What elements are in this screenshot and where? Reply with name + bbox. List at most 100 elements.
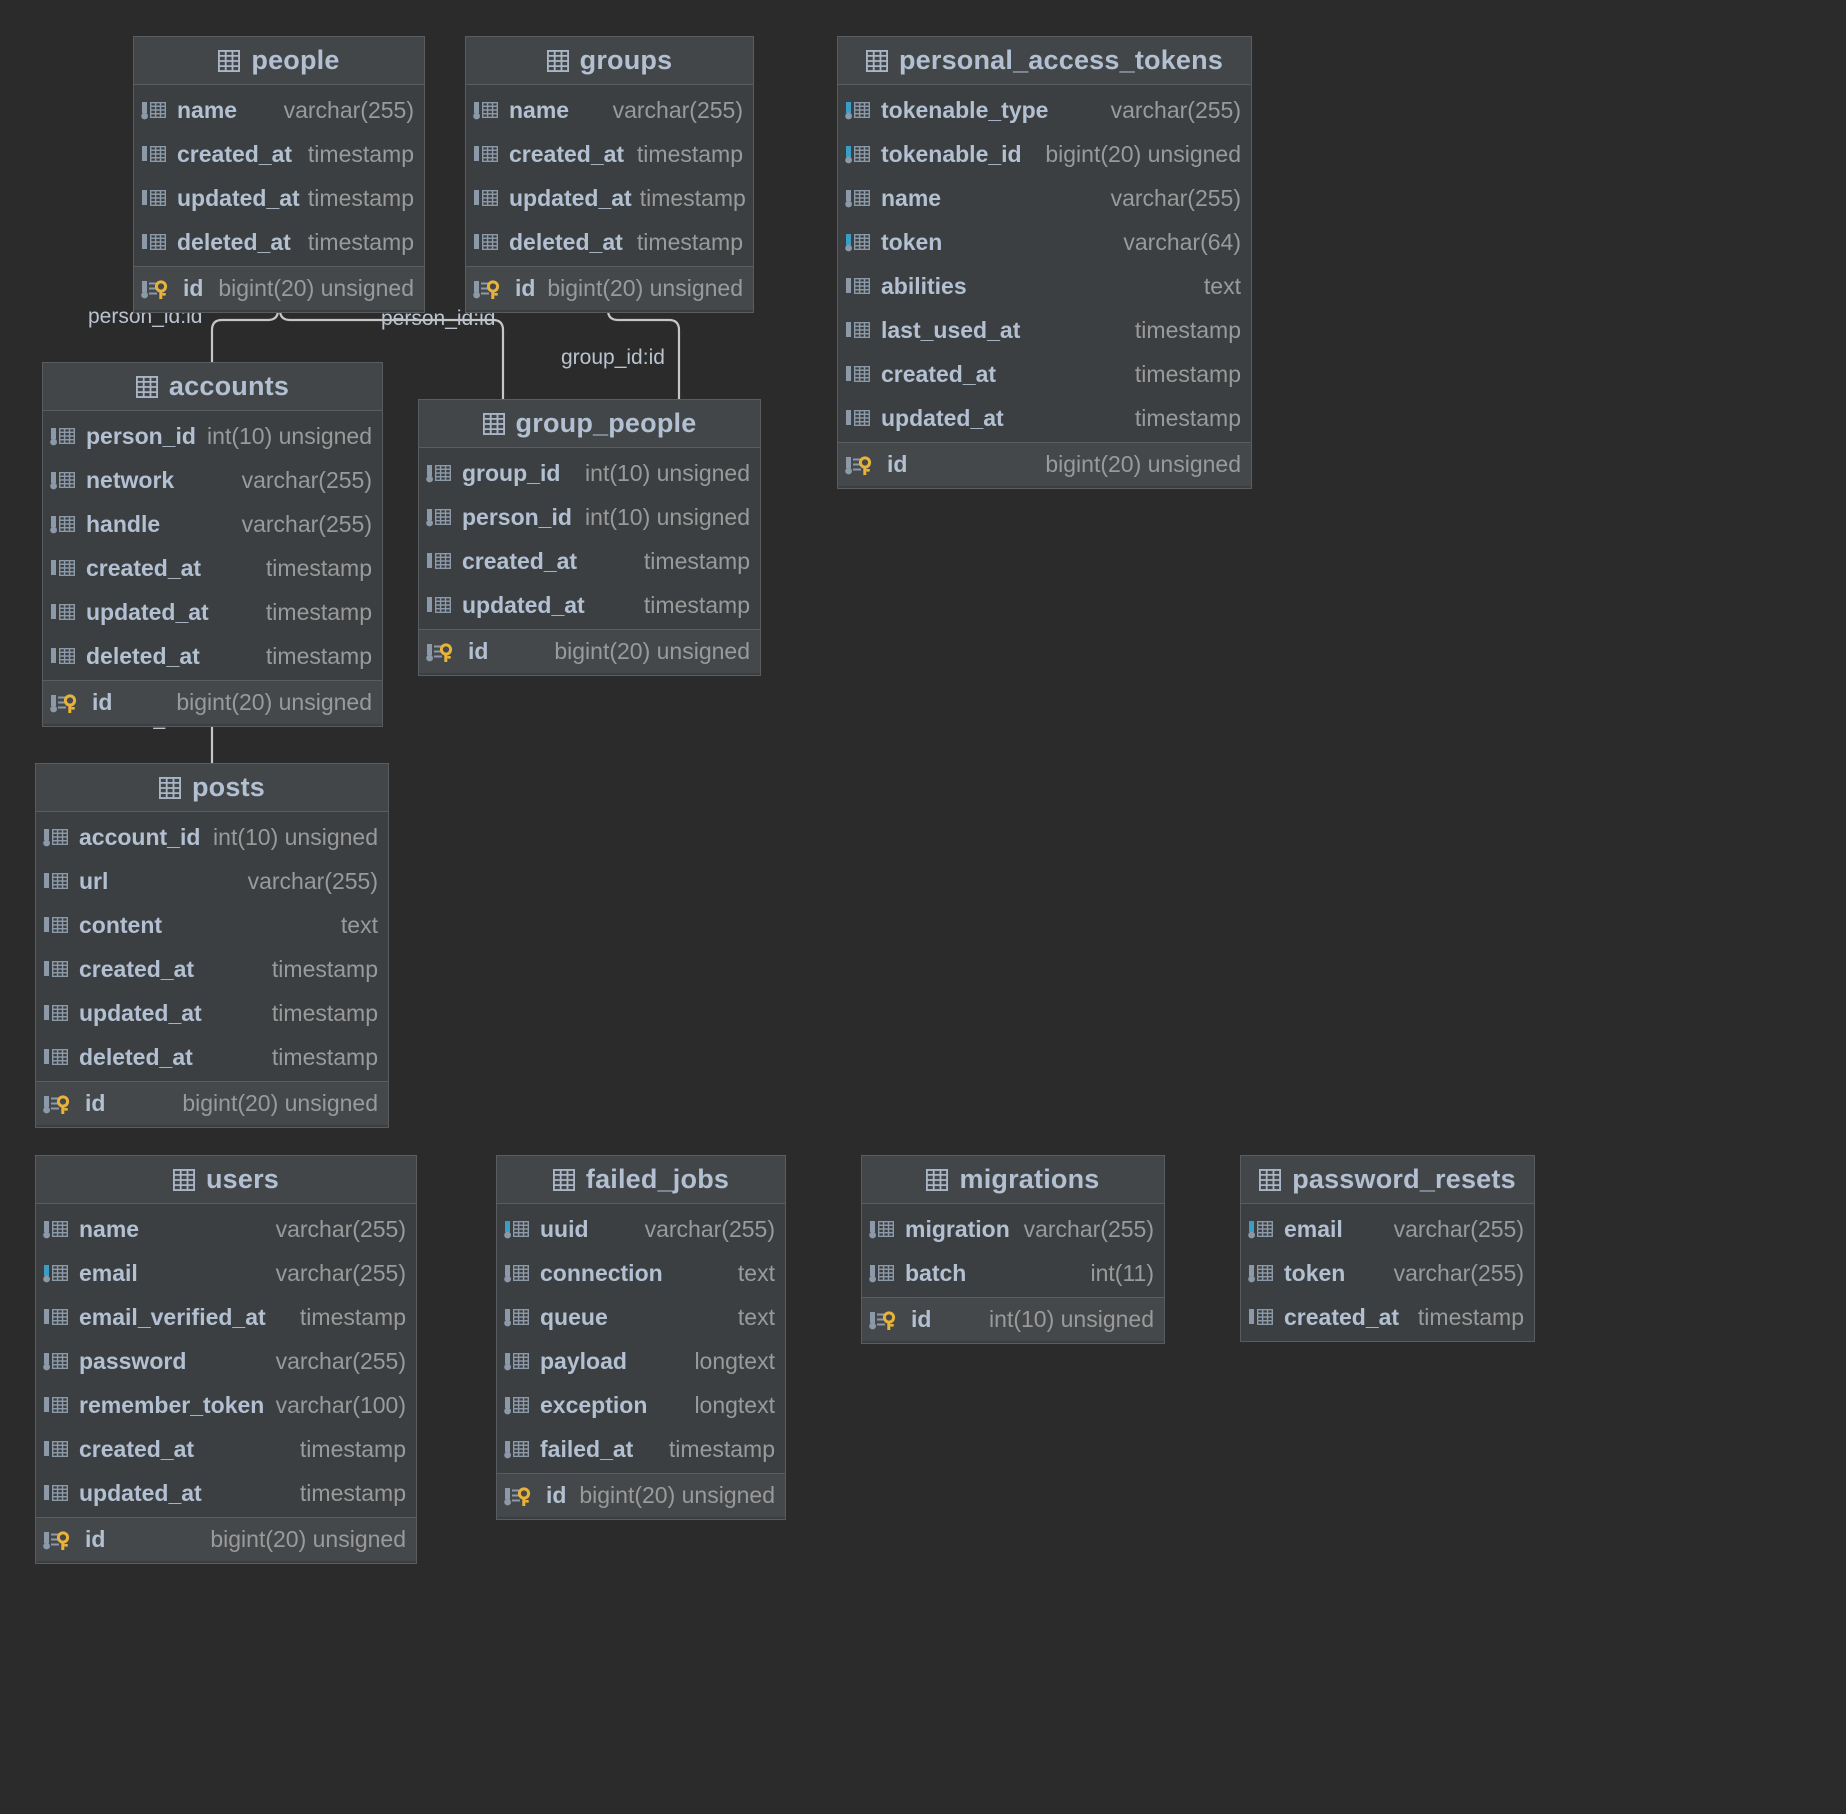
column-index-icon: [44, 1049, 68, 1065]
table-people[interactable]: people name varchar(255) created_at timestam…: [133, 36, 425, 313]
table-groups[interactable]: groups name varchar(255) created_at timestam…: [465, 36, 754, 313]
column-name: handle: [86, 510, 161, 537]
table-header-group_people[interactable]: group_people: [419, 400, 760, 448]
column-row[interactable]: uuid varchar(255): [497, 1207, 785, 1251]
column-row[interactable]: last_used_at timestamp: [838, 308, 1251, 352]
table-password_resets[interactable]: password_resets email varchar(255) token var…: [1240, 1155, 1535, 1342]
column-row[interactable]: url varchar(255): [36, 859, 388, 903]
column-row-primary-key[interactable]: id bigint(20) unsigned: [419, 629, 760, 673]
column-row[interactable]: updated_at timestamp: [36, 1471, 416, 1515]
column-name: deleted_at: [79, 1043, 193, 1070]
column-row[interactable]: updated_at timestamp: [43, 590, 382, 634]
column-type: bigint(20) unsigned: [1045, 451, 1241, 477]
column-row[interactable]: updated_at timestamp: [36, 991, 388, 1035]
column-row[interactable]: email_verified_at timestamp: [36, 1295, 416, 1339]
column-row[interactable]: person_id int(10) unsigned: [43, 414, 382, 458]
column-row[interactable]: remember_token varchar(100): [36, 1383, 416, 1427]
column-row[interactable]: password varchar(255): [36, 1339, 416, 1383]
column-row-primary-key[interactable]: id bigint(20) unsigned: [134, 266, 424, 310]
table-header-posts[interactable]: posts: [36, 764, 388, 812]
table-accounts[interactable]: accounts person_id int(10) unsigned network…: [42, 362, 383, 727]
column-row[interactable]: tokenable_id bigint(20) unsigned: [838, 132, 1251, 176]
column-row[interactable]: updated_at timestamp: [466, 176, 753, 220]
column-name: created_at: [881, 360, 997, 387]
column-row[interactable]: tokenable_type varchar(255): [838, 88, 1251, 132]
column-row[interactable]: token varchar(255): [1241, 1251, 1534, 1295]
column-row[interactable]: email varchar(255): [1241, 1207, 1534, 1251]
column-row[interactable]: updated_at timestamp: [838, 396, 1251, 440]
column-row[interactable]: exception longtext: [497, 1383, 785, 1427]
column-row[interactable]: deleted_at timestamp: [36, 1035, 388, 1079]
column-row-primary-key[interactable]: id bigint(20) unsigned: [36, 1081, 388, 1125]
column-row[interactable]: token varchar(64): [838, 220, 1251, 264]
column-name: created_at: [1284, 1303, 1400, 1330]
column-row[interactable]: deleted_at timestamp: [134, 220, 424, 264]
column-type: varchar(255): [1110, 96, 1241, 123]
column-type: timestamp: [299, 1435, 406, 1462]
table-columns-group_people: group_id int(10) unsigned person_id int(10)…: [419, 448, 760, 675]
column-row[interactable]: updated_at timestamp: [419, 583, 760, 627]
column-name: deleted_at: [86, 642, 200, 669]
table-posts[interactable]: posts account_id int(10) unsigned url varcha…: [35, 763, 389, 1128]
table-header-migrations[interactable]: migrations: [862, 1156, 1164, 1204]
table-header-failed_jobs[interactable]: failed_jobs: [497, 1156, 785, 1204]
table-header-people[interactable]: people: [134, 37, 424, 85]
column-row[interactable]: updated_at timestamp: [134, 176, 424, 220]
column-row[interactable]: created_at timestamp: [466, 132, 753, 176]
table-header-accounts[interactable]: accounts: [43, 363, 382, 411]
column-type: bigint(20) unsigned: [218, 275, 414, 301]
table-users[interactable]: users name varchar(255) email varchar(255) em…: [35, 1155, 417, 1564]
column-row[interactable]: migration varchar(255): [862, 1207, 1164, 1251]
column-row[interactable]: failed_at timestamp: [497, 1427, 785, 1471]
column-row-primary-key[interactable]: id bigint(20) unsigned: [43, 680, 382, 724]
column-row-primary-key[interactable]: id bigint(20) unsigned: [497, 1473, 785, 1517]
column-row-primary-key[interactable]: id bigint(20) unsigned: [36, 1517, 416, 1561]
table-personal_access_tokens[interactable]: personal_access_tokens tokenable_type varc…: [837, 36, 1252, 489]
column-row[interactable]: created_at timestamp: [134, 132, 424, 176]
column-type: varchar(255): [275, 1259, 406, 1286]
column-type: bigint(20) unsigned: [210, 1526, 406, 1552]
column-index-icon: [142, 190, 166, 206]
column-row[interactable]: email varchar(255): [36, 1251, 416, 1295]
table-group_people[interactable]: group_people group_id int(10) unsigned pers…: [418, 399, 761, 676]
column-row[interactable]: handle varchar(255): [43, 502, 382, 546]
column-row[interactable]: name varchar(255): [838, 176, 1251, 220]
column-row[interactable]: deleted_at timestamp: [466, 220, 753, 264]
column-row[interactable]: name varchar(255): [36, 1207, 416, 1251]
column-row[interactable]: created_at timestamp: [1241, 1295, 1534, 1339]
column-row[interactable]: content text: [36, 903, 388, 947]
column-type: timestamp: [307, 140, 414, 167]
column-index-icon: [845, 190, 870, 208]
column-row-primary-key[interactable]: id bigint(20) unsigned: [466, 266, 753, 310]
column-index-icon: [43, 829, 68, 847]
column-row[interactable]: connection text: [497, 1251, 785, 1295]
column-row[interactable]: created_at timestamp: [838, 352, 1251, 396]
column-row-primary-key[interactable]: id int(10) unsigned: [862, 1297, 1164, 1341]
column-index-icon: [474, 146, 498, 162]
column-row[interactable]: batch int(11): [862, 1251, 1164, 1295]
table-header-password_resets[interactable]: password_resets: [1241, 1156, 1534, 1204]
column-row[interactable]: name varchar(255): [134, 88, 424, 132]
table-header-users[interactable]: users: [36, 1156, 416, 1204]
table-migrations[interactable]: migrations migration varchar(255) batch int(…: [861, 1155, 1165, 1344]
column-row[interactable]: network varchar(255): [43, 458, 382, 502]
column-index-icon: [846, 366, 870, 382]
table-failed_jobs[interactable]: failed_jobs uuid varchar(255) connection tex…: [496, 1155, 786, 1520]
column-name: person_id: [462, 503, 572, 530]
column-row[interactable]: name varchar(255): [466, 88, 753, 132]
table-header-groups[interactable]: groups: [466, 37, 753, 85]
column-row-primary-key[interactable]: id bigint(20) unsigned: [838, 442, 1251, 486]
column-type: timestamp: [1134, 360, 1241, 387]
column-row[interactable]: account_id int(10) unsigned: [36, 815, 388, 859]
table-header-personal_access_tokens[interactable]: personal_access_tokens: [838, 37, 1251, 85]
column-row[interactable]: created_at timestamp: [36, 1427, 416, 1471]
column-row[interactable]: group_id int(10) unsigned: [419, 451, 760, 495]
column-row[interactable]: abilities text: [838, 264, 1251, 308]
column-row[interactable]: created_at timestamp: [36, 947, 388, 991]
column-row[interactable]: deleted_at timestamp: [43, 634, 382, 678]
column-row[interactable]: queue text: [497, 1295, 785, 1339]
column-row[interactable]: created_at timestamp: [43, 546, 382, 590]
column-row[interactable]: person_id int(10) unsigned: [419, 495, 760, 539]
column-row[interactable]: created_at timestamp: [419, 539, 760, 583]
column-row[interactable]: payload longtext: [497, 1339, 785, 1383]
